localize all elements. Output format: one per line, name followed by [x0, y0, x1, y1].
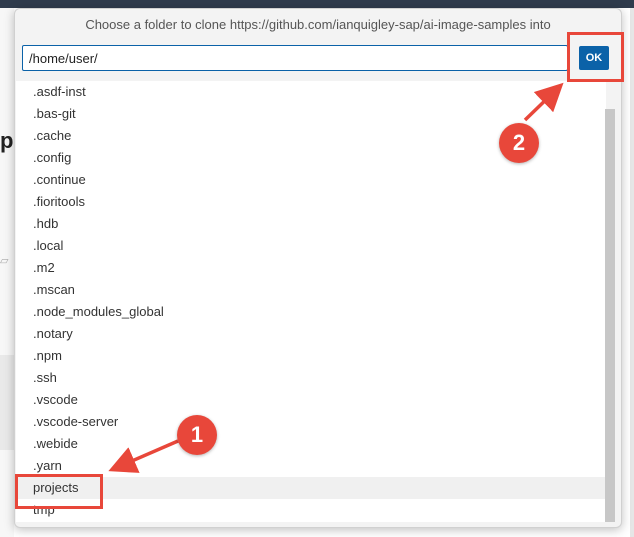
folder-list-scrollbar[interactable] — [605, 109, 615, 522]
folder-list-item[interactable]: .m2 — [16, 257, 606, 279]
folder-list-item[interactable]: .bas-git — [16, 103, 606, 125]
background-app-panel — [0, 355, 14, 450]
folder-list-item[interactable]: .asdf-inst — [16, 81, 606, 103]
folder-list-item[interactable]: .yarn — [16, 455, 606, 477]
folder-list-item[interactable]: .vscode — [16, 389, 606, 411]
background-app-topbar — [0, 0, 634, 8]
folder-list-item[interactable]: .fioritools — [16, 191, 606, 213]
projects-highlight-box — [15, 474, 103, 509]
step-2-badge: 2 — [499, 123, 539, 163]
folder-list-item[interactable]: projects — [16, 477, 606, 499]
folder-list-item[interactable]: tmp — [16, 499, 606, 521]
ok-button-highlight-box — [567, 32, 624, 82]
folder-list-item[interactable]: .mscan — [16, 279, 606, 301]
folder-list-item[interactable]: .continue — [16, 169, 606, 191]
folder-list-item[interactable]: .notary — [16, 323, 606, 345]
folder-list-item[interactable]: .local — [16, 235, 606, 257]
background-app-icon: ▱ — [0, 255, 9, 267]
folder-list-item[interactable]: .ssh — [16, 367, 606, 389]
dialog-title: Choose a folder to clone https://github.… — [85, 17, 551, 32]
clone-folder-dialog: Choose a folder to clone https://github.… — [14, 8, 622, 528]
background-app-heading: p — [0, 128, 14, 153]
folder-list-item[interactable]: .hdb — [16, 213, 606, 235]
background-app-right-edge — [630, 8, 634, 537]
folder-path-input[interactable] — [22, 45, 568, 71]
folder-list-item[interactable]: .node_modules_global — [16, 301, 606, 323]
folder-list-item[interactable]: .npm — [16, 345, 606, 367]
folder-list-item[interactable]: .webide — [16, 433, 606, 455]
folder-list-item[interactable]: .vscode-server — [16, 411, 606, 433]
step-1-badge: 1 — [177, 415, 217, 455]
background-app-left-edge — [0, 8, 14, 537]
